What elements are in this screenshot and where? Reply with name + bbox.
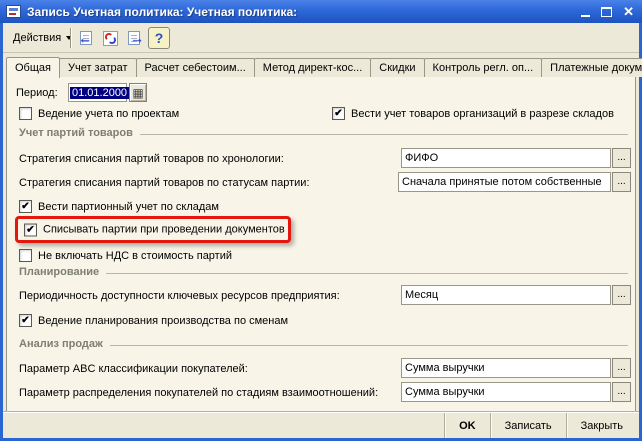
- checkbox-label: Ведение планирования производства по сме…: [38, 315, 288, 327]
- tab-cost-calculation[interactable]: Расчет себестоим...: [136, 58, 255, 77]
- checkbox-label: Не включать НДС в стоимость партий: [38, 250, 232, 262]
- checkbox-label: Ведение учета по проектам: [38, 108, 179, 120]
- window-title: Запись Учетная политика: Учетная политик…: [27, 5, 575, 19]
- section-header-sales-analysis: Анализ продаж: [19, 338, 628, 350]
- section-header-batch-accounting: Учет партий товаров: [19, 127, 628, 139]
- window-body: Действия ← → ? Общая: [3, 23, 639, 438]
- checkbox-box: [19, 107, 32, 120]
- checkbox-label: Списывать партии при проведении документ…: [43, 224, 285, 236]
- strategy-chrono-field[interactable]: ФИФО: [401, 148, 611, 168]
- reread-button[interactable]: ←: [75, 27, 97, 49]
- checkbox-label: Вести учет товаров организаций в разрезе…: [351, 108, 614, 120]
- resource-period-field[interactable]: Месяц: [401, 285, 611, 305]
- section-divider: [110, 345, 628, 346]
- write-record-button[interactable]: Записать: [490, 413, 566, 438]
- checkbox-box: ✔: [19, 200, 32, 213]
- checkbox-batch-by-warehouse[interactable]: ✔ Вести партионный учет по складам: [19, 200, 219, 213]
- period-value: 01.01.2000: [70, 87, 129, 99]
- resource-period-label: Периодичность доступности ключевых ресур…: [19, 290, 340, 302]
- checkbox-box: ✔: [24, 223, 37, 236]
- close-icon[interactable]: ✕: [623, 5, 634, 18]
- strategy-chrono-picker-button[interactable]: ...: [612, 148, 631, 168]
- tab-discounts[interactable]: Скидки: [370, 58, 424, 77]
- calendar-icon: ▦: [132, 86, 143, 100]
- checkbox-box: ✔: [332, 107, 345, 120]
- abc-param-picker-button[interactable]: ...: [612, 358, 631, 378]
- section-title: Планирование: [19, 266, 99, 278]
- checkbox-shift-planning[interactable]: ✔ Ведение планирования производства по с…: [19, 314, 288, 327]
- tabstrip: Общая Учет затрат Расчет себестоим... Ме…: [6, 56, 642, 77]
- arrow-right-icon: →: [130, 31, 144, 45]
- arrow-left-icon: ←: [78, 31, 92, 45]
- period-input[interactable]: 01.01.2000: [68, 83, 127, 102]
- form-icon: [6, 5, 21, 18]
- section-divider: [106, 273, 628, 274]
- strategy-status-field[interactable]: Сначала принятые потом собственные: [398, 172, 611, 192]
- checkbox-exclude-vat[interactable]: Не включать НДС в стоимость партий: [19, 249, 232, 262]
- toolbar: Действия ← → ?: [3, 23, 639, 53]
- toolbar-separator: [70, 28, 72, 48]
- section-title: Учет партий товаров: [19, 127, 133, 139]
- section-title: Анализ продаж: [19, 338, 103, 350]
- minimize-icon[interactable]: [581, 6, 590, 17]
- actions-menu-button[interactable]: Действия: [5, 27, 80, 49]
- tab-general[interactable]: Общая: [6, 57, 60, 78]
- strategy-status-picker-button[interactable]: ...: [612, 172, 631, 192]
- period-label: Период:: [16, 87, 58, 99]
- help-icon: ?: [155, 30, 164, 46]
- stage-param-field[interactable]: Сумма выручки: [401, 382, 611, 402]
- tab-cost-accounting[interactable]: Учет затрат: [59, 58, 137, 77]
- maximize-icon[interactable]: [601, 7, 612, 17]
- stage-param-label: Параметр распределения покупателей по ст…: [19, 387, 378, 399]
- checkbox-projects[interactable]: Ведение учета по проектам: [19, 107, 179, 120]
- write-button[interactable]: →: [123, 27, 145, 49]
- titlebar: Запись Учетная политика: Учетная политик…: [0, 0, 642, 23]
- section-divider: [140, 134, 628, 135]
- strategy-status-label: Стратегия списания партий товаров по ста…: [19, 177, 310, 189]
- calendar-button[interactable]: ▦: [129, 83, 147, 102]
- refresh-icon: [103, 31, 118, 46]
- footer-close-button[interactable]: Закрыть: [566, 413, 637, 438]
- checkbox-label: Вести партионный учет по складам: [38, 201, 219, 213]
- help-button[interactable]: ?: [148, 27, 170, 49]
- abc-param-field[interactable]: Сумма выручки: [401, 358, 611, 378]
- resource-period-picker-button[interactable]: ...: [612, 285, 631, 305]
- tab-direct-costing[interactable]: Метод директ-кос...: [254, 58, 371, 77]
- footer-button-bar: OK Записать Закрыть: [3, 412, 639, 438]
- accounting-policy-window: Запись Учетная политика: Учетная политик…: [0, 0, 642, 441]
- abc-param-label: Параметр ABC классификации покупателей:: [19, 363, 248, 375]
- ok-button[interactable]: OK: [444, 413, 490, 438]
- tab-payment-docs[interactable]: Платежные докум...: [541, 58, 642, 77]
- section-header-planning: Планирование: [19, 266, 628, 278]
- checkbox-writeoff-on-posting[interactable]: ✔ Списывать партии при проведении докуме…: [24, 223, 285, 236]
- window-controls: ✕: [581, 5, 634, 18]
- checkbox-box: [19, 249, 32, 262]
- stage-param-picker-button[interactable]: ...: [612, 382, 631, 402]
- highlight-box: ✔ Списывать партии при проведении докуме…: [15, 216, 291, 243]
- tab-regulated-ops-control[interactable]: Контроль регл. оп...: [424, 58, 543, 77]
- checkbox-box: ✔: [19, 314, 32, 327]
- checkbox-org-warehouses[interactable]: ✔ Вести учет товаров организаций в разре…: [332, 107, 614, 120]
- tab-page-general: Период: 01.01.2000 ▦ Ведение учета по пр…: [6, 76, 636, 412]
- refresh-button[interactable]: [99, 27, 121, 49]
- actions-menu-label: Действия: [13, 32, 61, 44]
- strategy-chrono-label: Стратегия списания партий товаров по хро…: [19, 153, 284, 165]
